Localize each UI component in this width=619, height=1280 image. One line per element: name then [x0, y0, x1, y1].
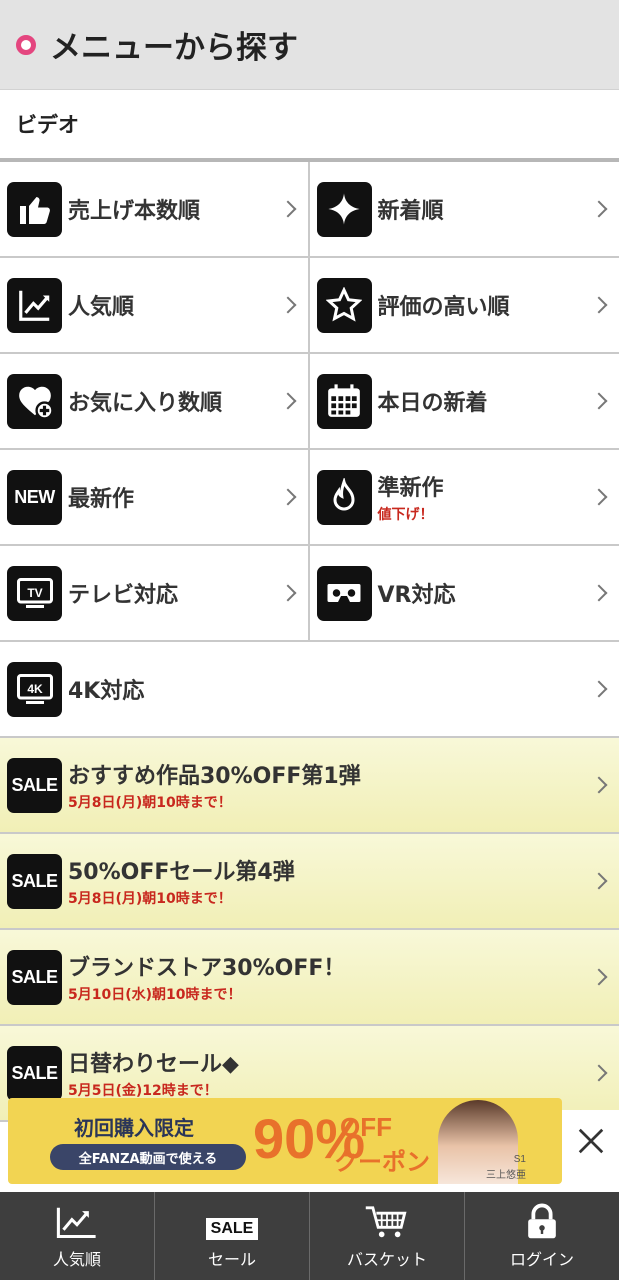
menu-item-tv[interactable]: TV テレビ対応 [0, 546, 310, 642]
sale-tag-icon: SALE [205, 1218, 259, 1240]
sale-badge-icon: SALE [7, 1045, 62, 1101]
chevron-right-icon [590, 392, 608, 410]
trending-chart-icon [7, 277, 62, 333]
menu-item-rating[interactable]: 評価の高い順 [309, 258, 619, 354]
svg-text:4K: 4K [27, 682, 43, 696]
banner-model-name: 三上悠亜 [486, 1170, 526, 1181]
menu-item-semi-new[interactable]: 準新作 値下げ！ [309, 450, 619, 546]
sale-badge-icon: SALE [7, 853, 62, 909]
tab-login[interactable]: ログイン [465, 1192, 619, 1280]
4k-display-icon: 4K [7, 661, 62, 717]
chevron-right-icon [590, 488, 608, 506]
sale-deadline: 5月8日(月)朝10時まで！ [68, 795, 232, 811]
banner-studio: S1 [513, 1154, 526, 1165]
section-title-video: ビデオ [0, 90, 619, 162]
cart-icon [365, 1206, 407, 1238]
chevron-right-icon [279, 296, 296, 314]
menu-item-newest[interactable]: 新着順 [309, 162, 619, 258]
heart-plus-icon [7, 373, 62, 429]
menu-item-label: 本日の新着 [377, 391, 488, 416]
chevron-right-icon [590, 200, 608, 218]
menu-item-label: テレビ対応 [68, 583, 179, 608]
tab-label: ログイン [509, 1250, 574, 1269]
banner-first-purchase: 初回購入限定 [74, 1116, 194, 1140]
menu-item-popular[interactable]: 人気順 [0, 258, 310, 354]
new-badge-icon: NEW [7, 469, 62, 525]
banner-off: OFF [340, 1112, 392, 1142]
page-header: メニューから探す [0, 0, 619, 90]
chevron-right-icon [279, 584, 296, 602]
menu-item-vr[interactable]: VR対応 [309, 546, 619, 642]
chevron-right-icon [590, 680, 608, 698]
price-drop-note: 値下げ！ [377, 507, 434, 523]
star-icon [316, 277, 372, 333]
tab-label: セール [207, 1250, 256, 1269]
chevron-right-icon [279, 200, 296, 218]
sale-badge-icon: SALE [7, 757, 62, 813]
sale-item-50off[interactable]: SALE 50%OFFセール第4弾 5月8日(月)朝10時まで！ [0, 834, 619, 930]
banner-coupon: クーポン [334, 1148, 430, 1176]
menu-item-label: 評価の高い順 [377, 295, 510, 320]
chevron-right-icon [590, 296, 608, 314]
sparkle-icon [316, 181, 372, 237]
circle-bullet-icon [16, 34, 36, 55]
flame-icon [316, 469, 372, 525]
sale-item-brand-store[interactable]: SALE ブランドストア30%OFF！ 5月10日(水)朝10時まで！ [0, 930, 619, 1026]
menu-item-label: 最新作 [68, 487, 135, 512]
chevron-right-icon [590, 1064, 608, 1082]
thumbs-up-icon [7, 181, 62, 237]
menu-item-label: お気に入り数順 [68, 391, 223, 416]
menu-item-label: 準新作 [377, 476, 444, 501]
sale-item-recommended-30off[interactable]: SALE おすすめ作品30%OFF第1弾 5月8日(月)朝10時まで！ [0, 738, 619, 834]
sale-deadline: 5月10日(水)朝10時まで！ [68, 987, 242, 1003]
tab-basket[interactable]: バスケット [310, 1192, 465, 1280]
vr-goggles-icon [316, 565, 372, 621]
menu-item-label: VR対応 [377, 583, 456, 608]
tab-label: 人気順 [52, 1250, 101, 1269]
sale-item-label: おすすめ作品30%OFF第1弾 [68, 764, 361, 789]
bottom-tab-bar: 人気順 SALE セール バスケット ログイン [0, 1192, 619, 1280]
tab-popular[interactable]: 人気順 [0, 1192, 155, 1280]
menu-item-favorites[interactable]: お気に入り数順 [0, 354, 310, 450]
banner-usable-note: 全FANZA動画で使える [50, 1144, 246, 1170]
menu-item-4k[interactable]: 4K 4K対応 [0, 642, 619, 738]
chevron-right-icon [590, 776, 608, 794]
chevron-right-icon [279, 392, 296, 410]
menu-item-label: 4K対応 [68, 679, 145, 704]
svg-text:TV: TV [27, 586, 42, 600]
menu-grid: 売上げ本数順 新着順 人気順 評価の高い順 お気に入り数順 本日の新着 NEW … [0, 162, 619, 1122]
chevron-right-icon [279, 488, 296, 506]
menu-item-sales-count[interactable]: 売上げ本数順 [0, 162, 310, 258]
chevron-right-icon [590, 968, 608, 986]
sale-badge-icon: SALE [7, 949, 62, 1005]
chevron-right-icon [590, 584, 608, 602]
tv-icon: TV [7, 565, 62, 621]
sale-deadline: 5月8日(月)朝10時まで！ [68, 891, 232, 907]
calendar-icon [316, 373, 372, 429]
close-icon [578, 1128, 603, 1154]
chevron-right-icon [590, 872, 608, 890]
sale-deadline: 5月5日(金)12時まで！ [68, 1083, 218, 1099]
sale-item-label: 50%OFFセール第4弾 [68, 860, 295, 885]
menu-item-latest[interactable]: NEW 最新作 [0, 450, 310, 546]
trending-chart-icon [56, 1207, 96, 1239]
menu-item-label: 新着順 [377, 199, 444, 224]
page-title: メニューから探す [50, 30, 298, 66]
tab-label: バスケット [346, 1250, 427, 1269]
coupon-banner[interactable]: 初回購入限定 全FANZA動画で使える 90% OFF クーポン S1 三上悠亜 [8, 1098, 562, 1184]
sale-item-label: 日替わりセール◆ [68, 1052, 239, 1077]
menu-item-label: 売上げ本数順 [68, 199, 201, 224]
menu-item-today-new[interactable]: 本日の新着 [309, 354, 619, 450]
banner-close-button[interactable] [562, 1110, 619, 1172]
lock-icon [528, 1203, 556, 1239]
menu-item-label: 人気順 [68, 295, 135, 320]
tab-sale[interactable]: SALE セール [155, 1192, 310, 1280]
sale-item-label: ブランドストア30%OFF！ [68, 956, 346, 981]
